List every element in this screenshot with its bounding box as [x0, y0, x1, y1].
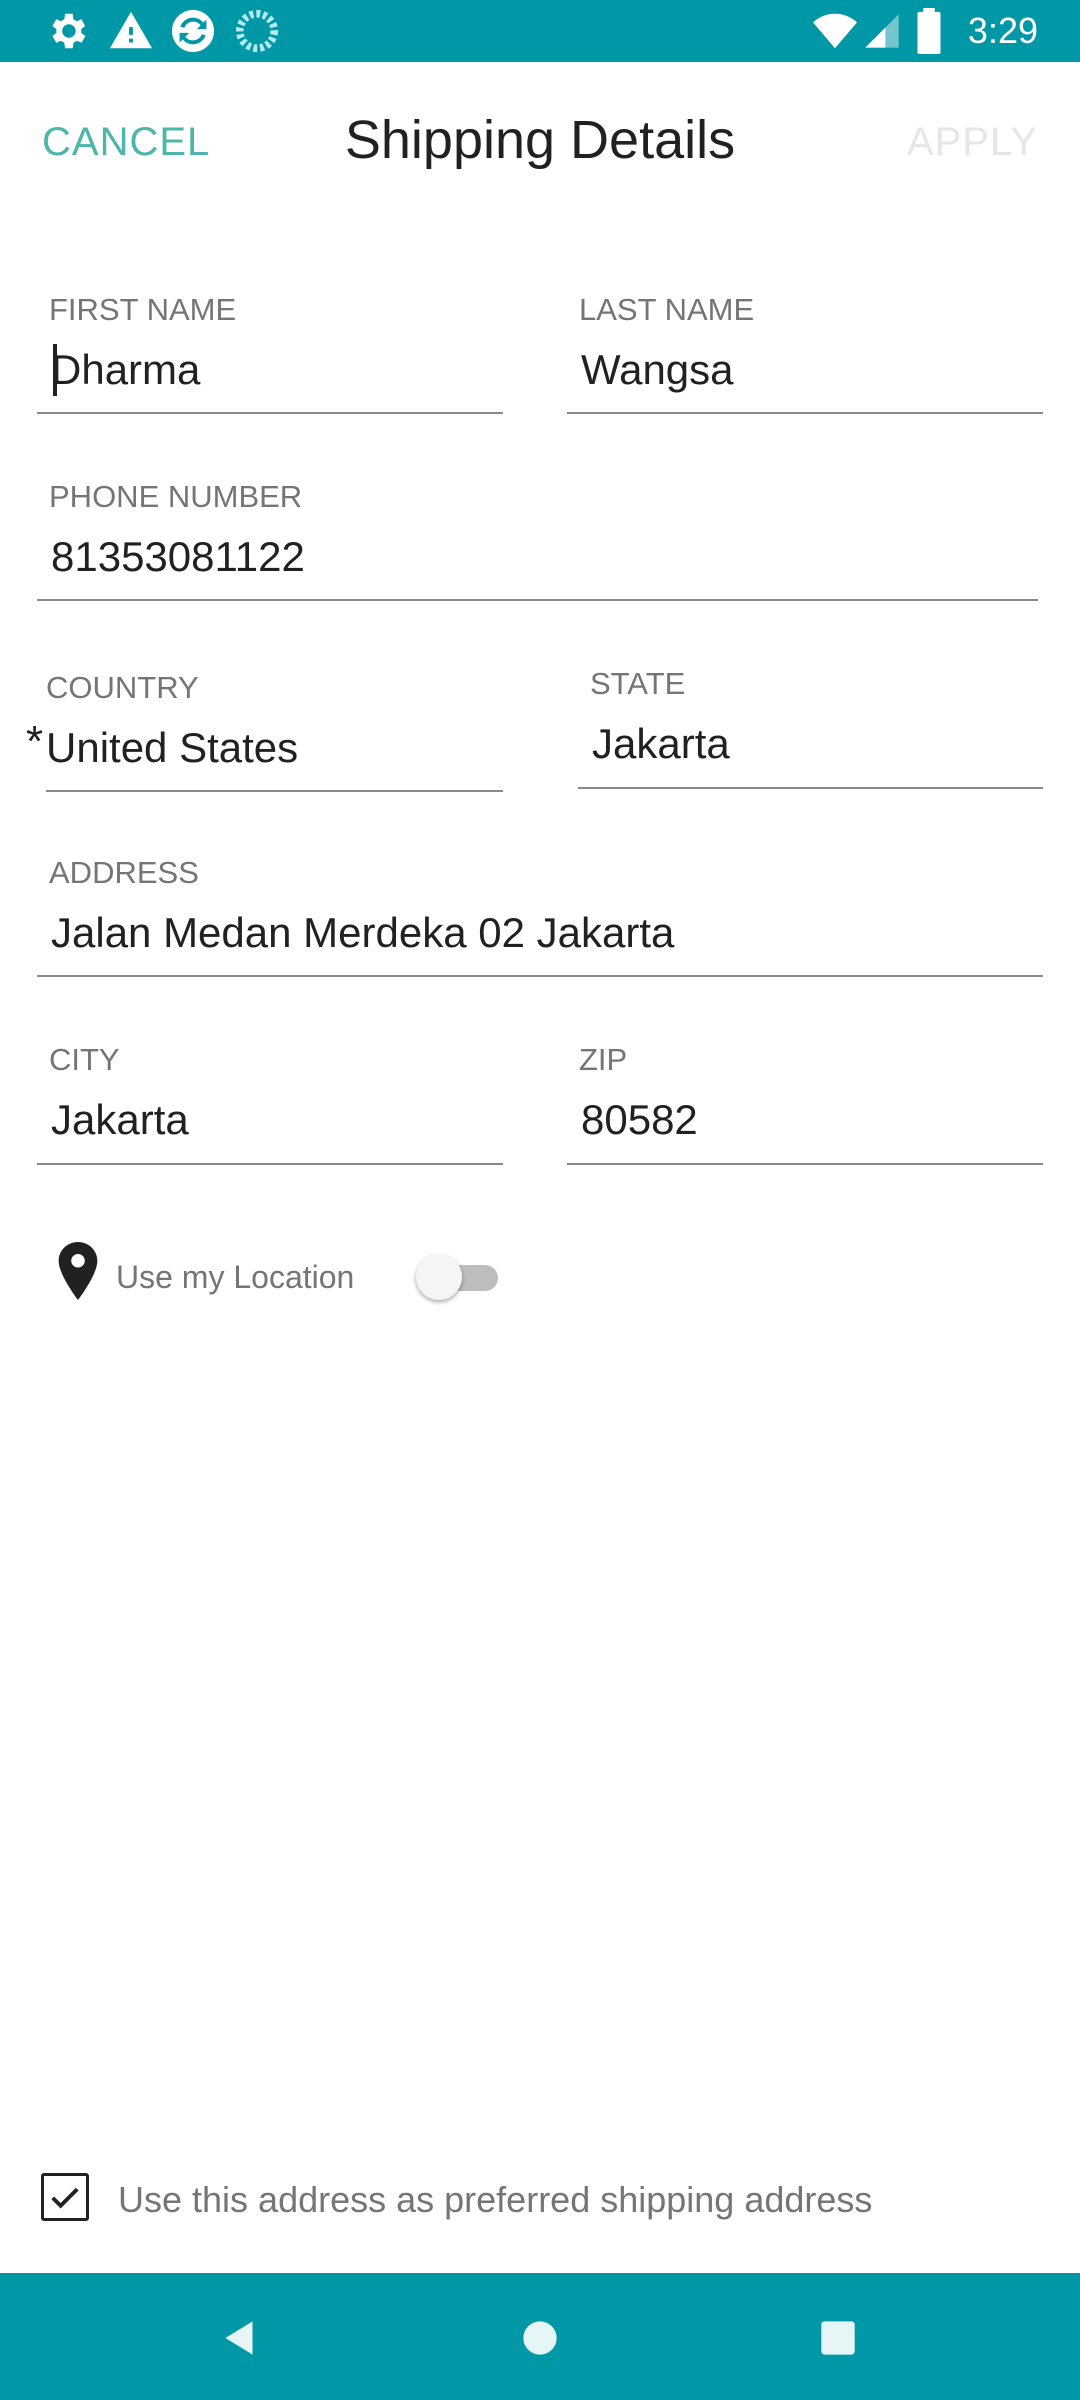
- loading-icon: [235, 9, 279, 53]
- preferred-address-checkbox[interactable]: [41, 2173, 89, 2221]
- phone-number-label: PHONE NUMBER: [49, 479, 303, 514]
- state-input[interactable]: Jakarta: [592, 716, 730, 772]
- country-underline: [46, 790, 503, 792]
- location-pin-icon: [58, 1242, 98, 1300]
- zip-input[interactable]: 80582: [581, 1092, 698, 1148]
- apply-button[interactable]: APPLY: [907, 112, 1038, 172]
- phone-number-underline: [37, 599, 1038, 601]
- signal-icon: [865, 14, 899, 48]
- address-input[interactable]: Jalan Medan Merdeka 02 Jakarta: [51, 905, 674, 961]
- address-label: ADDRESS: [49, 855, 199, 890]
- last-name-field[interactable]: LAST NAME Wangsa: [567, 290, 1043, 414]
- clock: 3:29: [967, 10, 1038, 51]
- last-name-input[interactable]: Wangsa: [581, 342, 734, 398]
- back-icon[interactable]: [215, 2313, 265, 2363]
- zip-field[interactable]: ZIP 80582: [567, 1040, 1043, 1165]
- status-bar: 3:29: [0, 0, 1080, 62]
- country-label: COUNTRY: [46, 670, 199, 705]
- recents-icon[interactable]: [813, 2313, 863, 2363]
- first-name-input[interactable]: Dharma: [51, 342, 200, 398]
- text-cursor: [53, 344, 57, 396]
- first-name-label: FIRST NAME: [49, 292, 237, 327]
- sync-app-icon: [171, 9, 215, 53]
- city-input[interactable]: Jakarta: [51, 1092, 189, 1148]
- city-label: CITY: [49, 1042, 120, 1077]
- city-underline: [37, 1163, 503, 1165]
- required-asterisk: *: [26, 717, 44, 766]
- wifi-icon: [812, 13, 858, 49]
- zip-label: ZIP: [579, 1042, 628, 1077]
- city-field[interactable]: CITY Jakarta: [37, 1040, 503, 1165]
- address-underline: [37, 975, 1043, 977]
- checkmark-icon: [51, 2187, 79, 2209]
- preferred-address-label: Use this address as preferred shipping a…: [118, 2179, 873, 2220]
- toggle-thumb: [416, 1254, 462, 1300]
- phone-number-input[interactable]: 81353081122: [51, 529, 305, 585]
- last-name-underline: [567, 412, 1043, 414]
- battery-icon: [917, 8, 941, 54]
- zip-underline: [567, 1163, 1043, 1165]
- home-icon[interactable]: [515, 2313, 565, 2363]
- use-location-label: Use my Location: [116, 1259, 355, 1295]
- navigation-bar: [0, 2273, 1080, 2400]
- warning-icon: [109, 11, 153, 49]
- last-name-label: LAST NAME: [579, 292, 755, 327]
- address-field[interactable]: ADDRESS Jalan Medan Merdeka 02 Jakarta: [37, 853, 1043, 977]
- first-name-underline: [37, 412, 503, 414]
- state-label: STATE: [590, 666, 686, 701]
- country-field[interactable]: COUNTRY United States: [46, 668, 503, 792]
- use-location-toggle[interactable]: [416, 1252, 502, 1302]
- settings-icon: [52, 13, 86, 49]
- state-underline: [578, 787, 1043, 789]
- country-input[interactable]: United States: [46, 720, 298, 776]
- phone-number-field[interactable]: PHONE NUMBER 81353081122: [37, 477, 1038, 601]
- state-field[interactable]: STATE Jakarta: [578, 664, 1043, 789]
- first-name-field[interactable]: FIRST NAME Dharma: [37, 290, 503, 414]
